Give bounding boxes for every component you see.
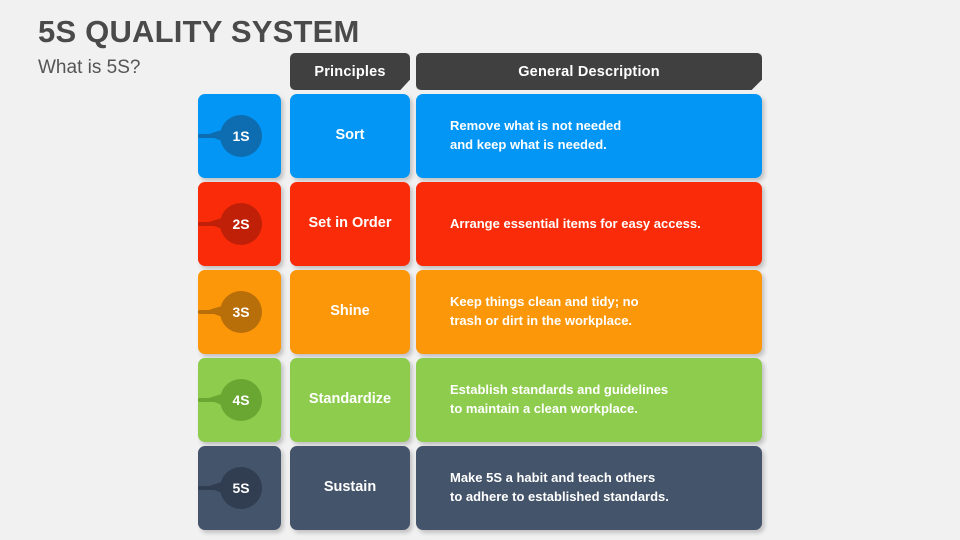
badge-circle: 5S — [220, 467, 262, 509]
row-badge-cell[interactable]: 5S — [198, 446, 281, 530]
table-row: 2S Set in Order Arrange essential items fo… — [198, 182, 762, 266]
badge-pin-icon: 1S — [198, 94, 281, 178]
badge-circle: 1S — [220, 115, 262, 157]
badge-pin-icon: 4S — [198, 358, 281, 442]
principle-label: Set in Order — [308, 215, 392, 232]
principle-label: Standardize — [308, 391, 392, 408]
badge-label: 5S — [232, 480, 250, 496]
row-principle-cell[interactable]: Shine — [290, 270, 410, 354]
badge-label: 1S — [232, 128, 250, 144]
principle-label: Shine — [330, 303, 370, 320]
row-description-cell[interactable]: Establish standards and guidelines to ma… — [416, 358, 762, 442]
badge-pin-icon: 5S — [198, 446, 281, 530]
description-text: Establish standards and guidelines to ma… — [450, 382, 669, 416]
page-title: 5S QUALITY SYSTEM — [38, 14, 360, 49]
row-badge-cell[interactable]: 2S — [198, 182, 281, 266]
description-text: Arrange essential items for easy access. — [450, 215, 701, 231]
row-principle-cell[interactable]: Set in Order — [290, 182, 410, 266]
table-row: 4S Standardize Establish standards and gui… — [198, 358, 762, 442]
table-row: 5S Sustain Make 5S a habit and teach other… — [198, 446, 762, 530]
badge-pin-icon: 3S — [198, 270, 281, 354]
badge-label: 2S — [232, 216, 250, 232]
badge-circle: 2S — [220, 203, 262, 245]
row-description-cell[interactable]: Arrange essential items for easy access. — [416, 182, 762, 266]
table-header-row: Principles General Description — [198, 53, 762, 90]
row-badge-cell[interactable]: 4S — [198, 358, 281, 442]
row-principle-cell[interactable]: Sort — [290, 94, 410, 178]
row-principle-cell[interactable]: Standardize — [290, 358, 410, 442]
table-row: 3S Shine Keep things clean and tidy; no tr… — [198, 270, 762, 354]
badge-label: 4S — [232, 392, 250, 408]
principle-label: Sort — [335, 127, 365, 144]
badge-circle: 4S — [220, 379, 262, 421]
principle-label: Sustain — [323, 479, 377, 496]
description-text: Remove what is not needed and keep what … — [450, 118, 622, 152]
slide-canvas: 5S QUALITY SYSTEM What is 5S? Principles… — [0, 0, 960, 540]
row-badge-cell[interactable]: 3S — [198, 270, 281, 354]
badge-label: 3S — [232, 304, 250, 320]
table-body: 1S Sort Remove what is not needed and keep… — [198, 94, 762, 534]
row-description-cell[interactable]: Make 5S a habit and teach others to adhe… — [416, 446, 762, 530]
row-principle-cell[interactable]: Sustain — [290, 446, 410, 530]
column-header-principles-label: Principles — [314, 63, 386, 80]
row-description-cell[interactable]: Keep things clean and tidy; no trash or … — [416, 270, 762, 354]
column-header-general-description: General Description — [416, 53, 762, 90]
description-text: Keep things clean and tidy; no trash or … — [450, 294, 639, 328]
badge-pin-icon: 2S — [198, 182, 281, 266]
table-row: 1S Sort Remove what is not needed and keep… — [198, 94, 762, 178]
badge-circle: 3S — [220, 291, 262, 333]
row-description-cell[interactable]: Remove what is not needed and keep what … — [416, 94, 762, 178]
five-s-table: Principles General Description 1S Sort Rem… — [198, 53, 762, 531]
column-header-general-description-label: General Description — [518, 63, 660, 80]
description-text: Make 5S a habit and teach others to adhe… — [450, 470, 669, 504]
row-badge-cell[interactable]: 1S — [198, 94, 281, 178]
column-header-principles: Principles — [290, 53, 410, 90]
